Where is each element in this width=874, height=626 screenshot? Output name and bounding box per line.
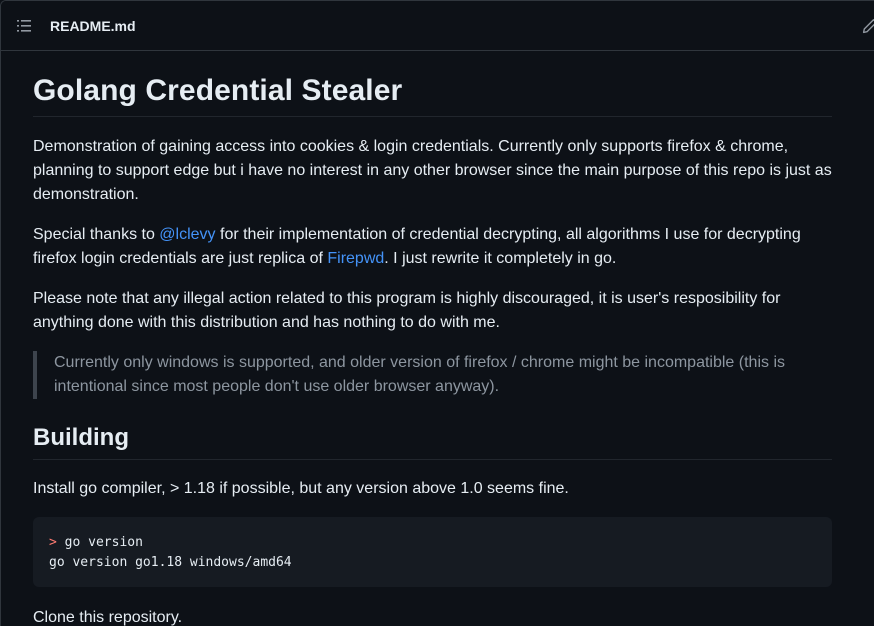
intro-paragraph: Demonstration of gaining access into coo… xyxy=(33,138,832,203)
code-command: go version xyxy=(56,535,143,550)
code-output: go version go1.18 windows/amd64 xyxy=(49,555,292,570)
compatibility-quote: Currently only windows is supported, and… xyxy=(33,351,832,399)
thanks-text-after: . I just rewrite it completely in go. xyxy=(384,250,617,267)
firepwd-link[interactable]: Firepwd xyxy=(327,250,384,267)
code-prompt: > xyxy=(49,535,57,550)
readme-panel: README.md Golang Credential Stealer Demo… xyxy=(0,0,874,626)
clone-paragraph: Clone this repository. xyxy=(33,609,183,626)
code-block[interactable]: > go version go version go1.18 windows/a… xyxy=(33,517,832,587)
readme-body: Golang Credential Stealer Demonstration … xyxy=(1,71,832,626)
thanks-paragraph: Special thanks to @lclevy for their impl… xyxy=(33,223,832,271)
readme-title: Golang Credential Stealer xyxy=(33,71,832,117)
file-header: README.md xyxy=(1,1,874,51)
pencil-icon[interactable] xyxy=(862,18,874,34)
notice-paragraph: Please note that any illegal action rela… xyxy=(33,290,781,331)
thanks-text-before: Special thanks to xyxy=(33,226,160,243)
lclevy-link[interactable]: @lclevy xyxy=(159,226,215,243)
building-heading: Building xyxy=(33,423,832,460)
install-paragraph: Install go compiler, > 1.18 if possible,… xyxy=(33,480,569,497)
list-unordered-icon[interactable] xyxy=(17,19,33,33)
file-name[interactable]: README.md xyxy=(50,17,136,35)
